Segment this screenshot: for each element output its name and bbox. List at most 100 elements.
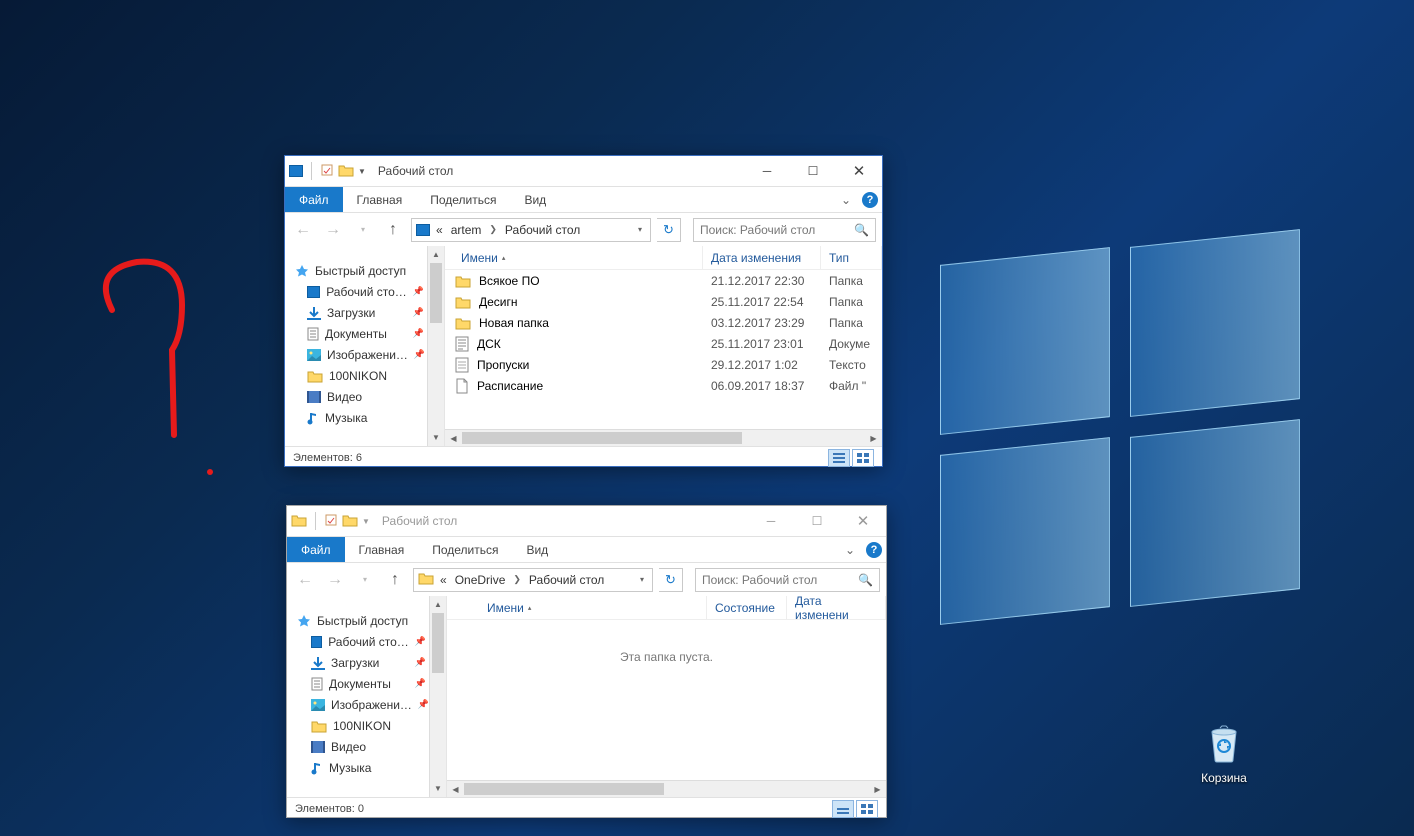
minimize-button[interactable]: ─ — [748, 506, 794, 536]
column-state[interactable]: Состояние — [707, 596, 787, 619]
pin-icon: 📌 — [414, 349, 425, 360]
breadcrumb-segment[interactable]: Рабочий стол — [527, 573, 606, 587]
breadcrumb-segment[interactable]: OneDrive — [453, 573, 508, 587]
address-dropdown-icon[interactable]: ▾ — [634, 225, 646, 234]
column-type[interactable]: Тип — [821, 246, 882, 269]
file-row[interactable]: Новая папка03.12.2017 23:29Папка — [445, 312, 882, 333]
status-text: Элементов: 6 — [293, 452, 362, 464]
help-button[interactable]: ? — [862, 537, 886, 562]
sidebar-item[interactable]: Изображени…📌 — [285, 344, 444, 365]
sidebar-item[interactable]: Видео — [287, 736, 446, 757]
sidebar-item[interactable]: Музыка — [287, 757, 446, 778]
qat-dropdown-icon[interactable]: ▼ — [362, 517, 370, 526]
recycle-bin-icon — [1204, 720, 1244, 764]
tab-view[interactable]: Вид — [510, 187, 560, 212]
chevron-right-icon[interactable]: ❯ — [511, 574, 523, 585]
search-placeholder: Поиск: Рабочий стол — [700, 223, 815, 237]
chevron-right-icon[interactable]: ❯ — [487, 224, 499, 235]
annotation-red-question-mark — [82, 250, 222, 450]
sidebar-item[interactable]: Рабочий сто…📌 — [287, 631, 446, 652]
nav-back-button[interactable]: ← — [293, 568, 317, 592]
qat-folder-icon[interactable] — [342, 513, 358, 530]
tab-file[interactable]: Файл — [287, 537, 345, 562]
pin-icon: 📌 — [415, 678, 426, 689]
qat-dropdown-icon[interactable]: ▼ — [358, 167, 366, 176]
file-row[interactable]: Пропуски29.12.2017 1:02Тексто — [445, 354, 882, 375]
status-text: Элементов: 0 — [295, 803, 364, 815]
close-button[interactable]: ✕ — [836, 156, 882, 186]
minimize-button[interactable]: ─ — [744, 156, 790, 186]
content-h-scrollbar[interactable]: ◀▶ — [445, 429, 882, 446]
address-bar[interactable]: « artem ❯ Рабочий стол ▾ — [411, 218, 651, 242]
titlebar[interactable]: ▼ Рабочий стол ─ ☐ ✕ — [285, 156, 882, 186]
pin-icon: 📌 — [415, 657, 426, 668]
sidebar-scrollbar[interactable]: ▲▼ — [429, 596, 446, 797]
sidebar-item[interactable]: Видео — [285, 386, 444, 407]
view-details-button[interactable] — [828, 449, 850, 467]
tab-home[interactable]: Главная — [345, 537, 419, 562]
nav-back-button[interactable]: ← — [291, 218, 315, 242]
windows-logo-wallpaper — [940, 256, 1300, 616]
sidebar-item[interactable]: Загрузки📌 — [287, 652, 446, 673]
sidebar-item[interactable]: 100NIKON — [285, 365, 444, 386]
view-large-icons-button[interactable] — [852, 449, 874, 467]
pin-icon: 📌 — [418, 699, 429, 710]
nav-up-button[interactable]: ↑ — [383, 568, 407, 592]
sidebar-item[interactable]: Загрузки📌 — [285, 302, 444, 323]
sidebar-item[interactable]: 100NIKON — [287, 715, 446, 736]
sidebar-item[interactable]: Рабочий сто…📌 — [285, 281, 444, 302]
column-name[interactable]: Имени▴ — [445, 246, 703, 269]
column-date[interactable]: Дата изменения — [703, 246, 821, 269]
maximize-button[interactable]: ☐ — [794, 506, 840, 536]
tab-file[interactable]: Файл — [285, 187, 343, 212]
tab-share[interactable]: Поделиться — [416, 187, 510, 212]
search-input[interactable]: Поиск: Рабочий стол 🔍 — [695, 568, 880, 592]
address-dropdown-icon[interactable]: ▾ — [636, 575, 648, 584]
content-h-scrollbar[interactable]: ◀▶ — [447, 780, 886, 797]
qat-properties-icon[interactable] — [320, 163, 334, 180]
qat-folder-icon[interactable] — [338, 163, 354, 180]
view-large-icons-button[interactable] — [856, 800, 878, 818]
sidebar-item[interactable]: Изображени…📌 — [287, 694, 446, 715]
sidebar-item[interactable]: Документы📌 — [287, 673, 446, 694]
help-button[interactable]: ? — [858, 187, 882, 212]
breadcrumb-segment[interactable]: artem — [449, 223, 484, 237]
sidebar-item[interactable]: Документы📌 — [285, 323, 444, 344]
nav-forward-button[interactable]: → — [321, 218, 345, 242]
ribbon-expand-icon[interactable]: ⌄ — [838, 537, 862, 562]
maximize-button[interactable]: ☐ — [790, 156, 836, 186]
nav-up-button[interactable]: ↑ — [381, 218, 405, 242]
tab-home[interactable]: Главная — [343, 187, 417, 212]
sidebar-quick-access[interactable]: Быстрый доступ — [287, 610, 446, 631]
ribbon-expand-icon[interactable]: ⌄ — [834, 187, 858, 212]
recycle-bin-desktop-icon[interactable]: Корзина — [1184, 720, 1264, 785]
file-row[interactable]: ДСК25.11.2017 23:01Докуме — [445, 333, 882, 354]
titlebar[interactable]: ▼ Рабочий стол ─ ☐ ✕ — [287, 506, 886, 536]
address-location-icon — [418, 571, 434, 588]
qat-properties-icon[interactable] — [324, 513, 338, 530]
tab-view[interactable]: Вид — [512, 537, 562, 562]
nav-recent-dropdown[interactable]: ▾ — [351, 218, 375, 242]
sidebar-quick-access[interactable]: Быстрый доступ — [285, 260, 444, 281]
breadcrumb-segment[interactable]: Рабочий стол — [503, 223, 582, 237]
file-row[interactable]: Расписание06.09.2017 18:37Файл " — [445, 375, 882, 396]
address-bar[interactable]: « OneDrive ❯ Рабочий стол ▾ — [413, 568, 653, 592]
sidebar-item[interactable]: Музыка — [285, 407, 444, 428]
file-list: Всякое ПО21.12.2017 22:30ПапкаДесигн25.1… — [445, 270, 882, 429]
column-name[interactable]: Имени▴ — [447, 596, 707, 619]
file-row[interactable]: Всякое ПО21.12.2017 22:30Папка — [445, 270, 882, 291]
sidebar-scrollbar[interactable]: ▲▼ — [427, 246, 444, 446]
refresh-button[interactable]: ↻ — [659, 568, 683, 592]
tab-share[interactable]: Поделиться — [418, 537, 512, 562]
address-location-icon — [416, 224, 430, 236]
pin-icon: 📌 — [415, 636, 426, 647]
nav-recent-dropdown[interactable]: ▾ — [353, 568, 377, 592]
column-date[interactable]: Дата изменени — [787, 596, 886, 619]
close-button[interactable]: ✕ — [840, 506, 886, 536]
search-input[interactable]: Поиск: Рабочий стол 🔍 — [693, 218, 876, 242]
file-row[interactable]: Десигн25.11.2017 22:54Папка — [445, 291, 882, 312]
search-placeholder: Поиск: Рабочий стол — [702, 573, 817, 587]
refresh-button[interactable]: ↻ — [657, 218, 681, 242]
view-details-button[interactable] — [832, 800, 854, 818]
nav-forward-button[interactable]: → — [323, 568, 347, 592]
